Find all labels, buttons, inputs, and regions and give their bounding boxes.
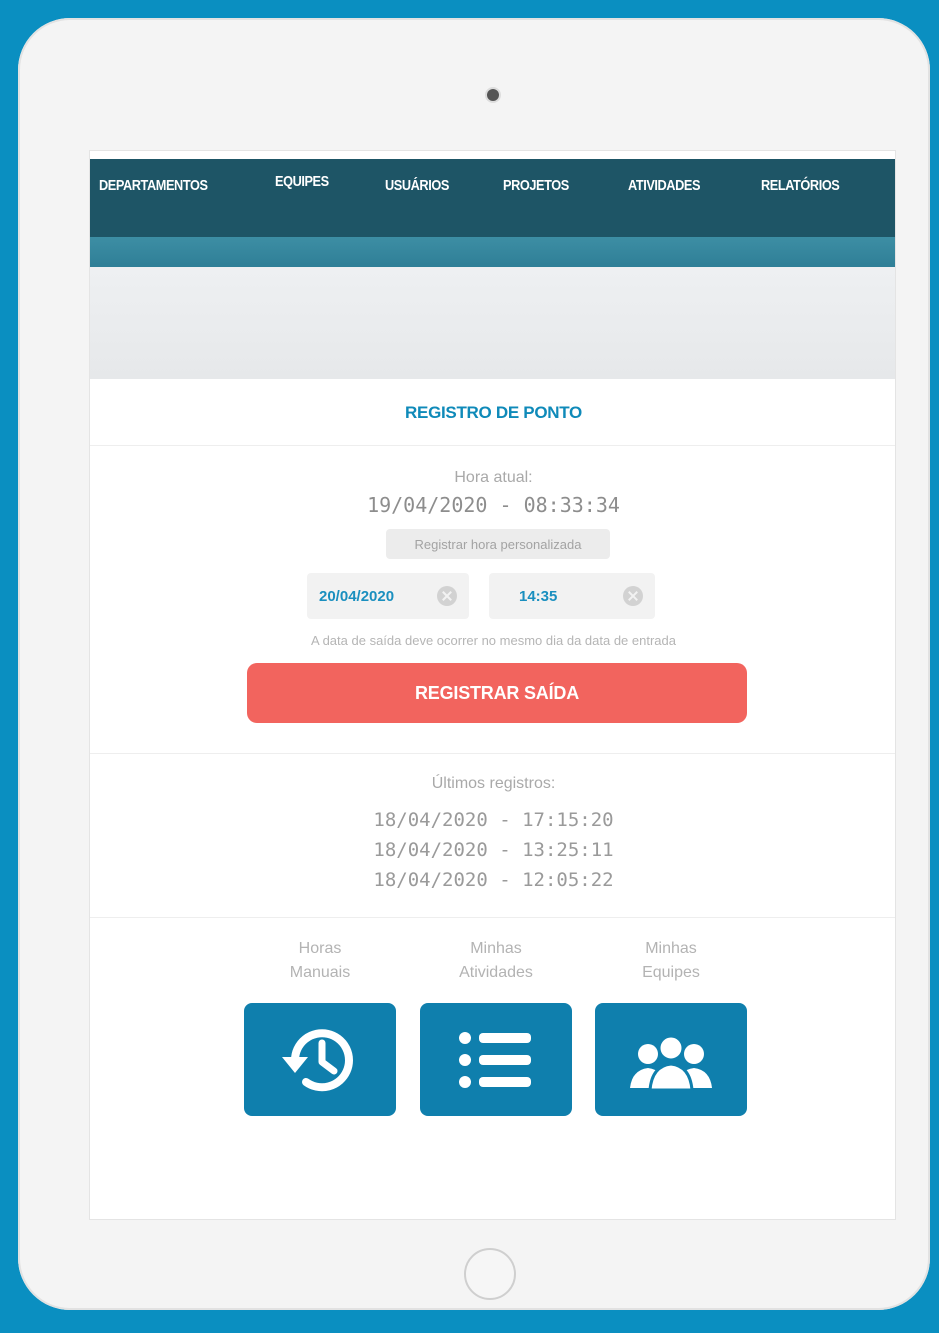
date-field[interactable]: 20/04/2020 — [307, 573, 469, 619]
divider — [90, 917, 895, 918]
recent-label: Últimos registros: — [431, 775, 556, 792]
clear-time-icon[interactable] — [623, 586, 643, 606]
history-icon — [282, 1028, 353, 1091]
top-navigation: DEPARTAMENTOS EQUIPES USUÁRIOS PROJETOS … — [90, 159, 895, 237]
shortcut-label-horas-manuais: Horas Manuais — [244, 937, 396, 985]
time-field[interactable]: 14:35 — [489, 573, 655, 619]
shortcut-label-line: Equipes — [642, 964, 700, 981]
nav-substrip — [90, 237, 895, 267]
nav-item-atividades[interactable]: ATIVIDADES — [628, 177, 700, 194]
horas-manuais-button[interactable] — [244, 1003, 396, 1116]
recent-entry: 18/04/2020 - 13:25:11 — [373, 839, 614, 861]
minhas-equipes-button[interactable] — [595, 1003, 747, 1116]
nav-item-relatorios[interactable]: RELATÓRIOS — [761, 177, 840, 194]
shortcut-label-line: Atividades — [459, 964, 533, 981]
date-hint: A data de saída deve ocorrer no mesmo di… — [311, 633, 676, 648]
app-screen: DEPARTAMENTOS EQUIPES USUÁRIOS PROJETOS … — [89, 150, 896, 1220]
tablet-frame: DEPARTAMENTOS EQUIPES USUÁRIOS PROJETOS … — [18, 18, 930, 1310]
current-time-value: 19/04/2020 - 08:33:34 — [367, 493, 620, 517]
team-icon — [630, 1034, 712, 1091]
register-exit-button[interactable]: REGISTRAR SAÍDA — [247, 663, 747, 723]
page-title: REGISTRO DE PONTO — [405, 403, 582, 422]
nav-item-projetos[interactable]: PROJETOS — [503, 177, 569, 194]
page-banner — [90, 267, 895, 379]
shortcut-label-line: Horas — [298, 940, 342, 957]
custom-hour-button[interactable]: Registrar hora personalizada — [386, 529, 610, 559]
shortcut-label-line: Minhas — [470, 940, 522, 957]
nav-item-usuarios[interactable]: USUÁRIOS — [385, 177, 449, 194]
home-button[interactable] — [464, 1248, 516, 1300]
clear-date-icon[interactable] — [437, 586, 457, 606]
shortcut-label-line: Manuais — [289, 964, 351, 981]
date-value: 20/04/2020 — [319, 587, 395, 605]
time-value: 14:35 — [519, 587, 558, 605]
recent-entry: 18/04/2020 - 12:05:22 — [373, 869, 614, 891]
nav-item-departamentos[interactable]: DEPARTAMENTOS — [99, 177, 208, 194]
divider — [90, 753, 895, 754]
camera-icon — [487, 89, 499, 101]
list-icon — [459, 1031, 531, 1088]
shortcut-label-minhas-atividades: Minhas Atividades — [420, 937, 572, 985]
minhas-atividades-button[interactable] — [420, 1003, 572, 1116]
shortcut-label-minhas-equipes: Minhas Equipes — [595, 937, 747, 985]
nav-item-equipes[interactable]: EQUIPES — [275, 173, 329, 190]
current-time-label: Hora atual: — [454, 469, 533, 486]
divider — [90, 445, 895, 446]
recent-entry: 18/04/2020 - 17:15:20 — [373, 809, 614, 831]
shortcut-label-line: Minhas — [645, 940, 697, 957]
